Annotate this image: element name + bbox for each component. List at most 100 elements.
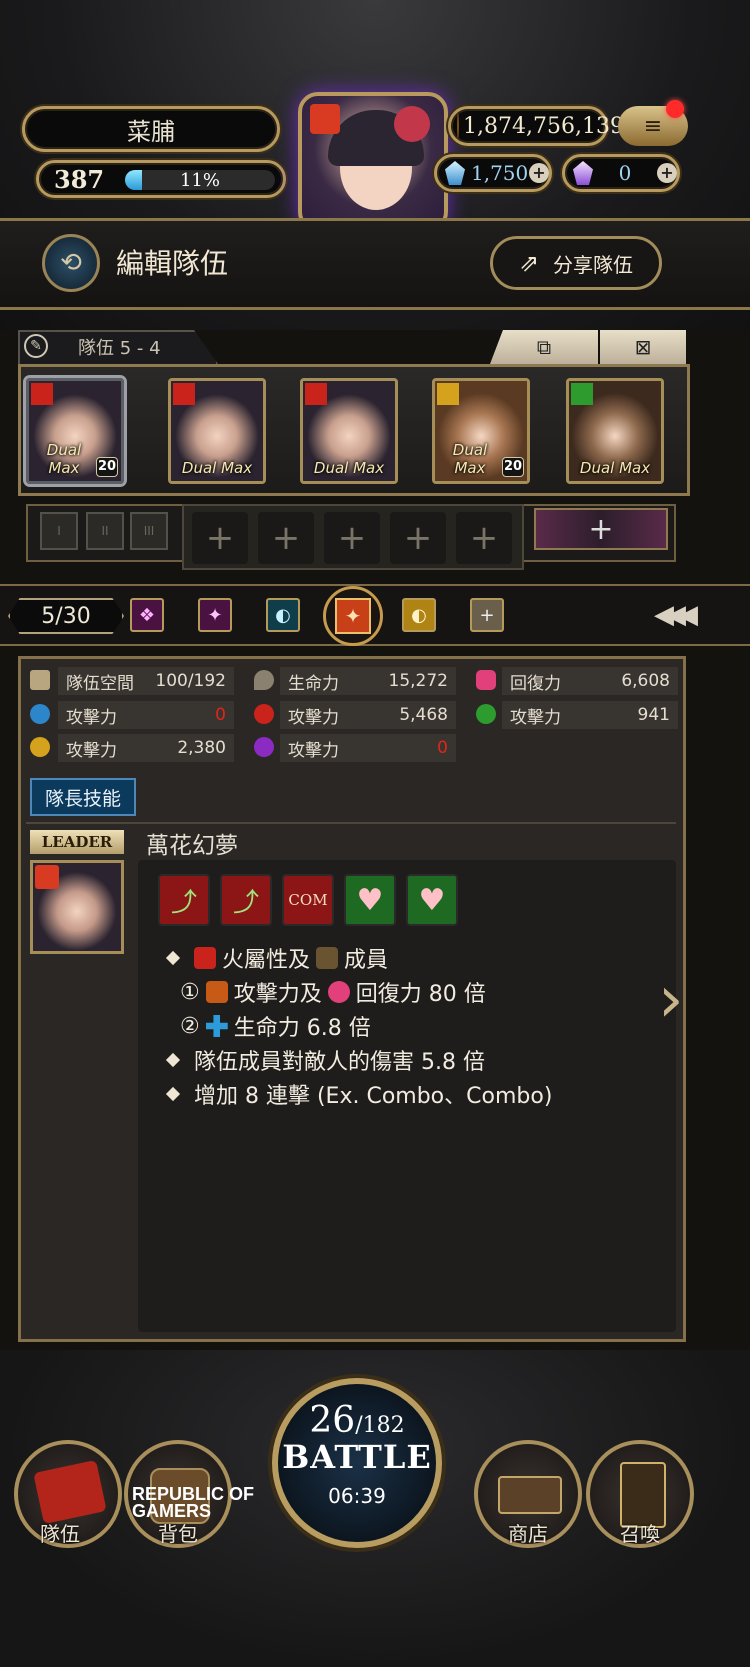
dark-attribute-icon	[254, 737, 274, 757]
clear-icon: ⊠	[634, 335, 652, 359]
heal-label: 回復力	[510, 673, 561, 694]
diamond-counter[interactable]: 1,750 +	[434, 154, 552, 192]
add-crystal-icon[interactable]: +	[657, 163, 677, 183]
hp-stat: 生命力 15,272	[280, 667, 456, 695]
notification-dot	[666, 100, 684, 118]
fire-attribute-icon	[194, 947, 216, 969]
empty-slot[interactable]: +	[456, 512, 512, 564]
bullet-icon	[165, 1052, 181, 1068]
hp-plus-icon	[205, 1015, 228, 1037]
share-team-label: 分享隊伍	[553, 252, 634, 277]
copy-team-button[interactable]: ⧉	[490, 330, 598, 364]
crystal-amount: 0	[618, 161, 632, 185]
fire-attribute-icon	[31, 383, 53, 405]
selected-filter-icon[interactable]: ✦	[323, 586, 383, 646]
combo-icon: COM	[282, 874, 334, 926]
empty-slot[interactable]: +	[390, 512, 446, 564]
team-member-card[interactable]: Dual Max	[566, 378, 664, 484]
skill-line-2: ① 攻擊力及 回復力 80 倍	[180, 976, 486, 1008]
fire-attack-stat: 攻擊力 5,468	[280, 701, 456, 729]
heal-stat: 回復力 6,608	[502, 667, 678, 695]
add-filter-icon[interactable]: +	[470, 598, 504, 632]
wood-attribute-icon	[476, 704, 496, 724]
crystal-counter[interactable]: 0 +	[562, 154, 680, 192]
player-avatar[interactable]	[298, 92, 448, 232]
rename-team-icon[interactable]: ✎	[24, 334, 48, 358]
share-team-button[interactable]: ⇗ 分享隊伍	[490, 236, 662, 290]
diamond-amount: 1,750	[471, 161, 529, 185]
fire-attribute-icon	[310, 104, 340, 134]
collapse-arrows-icon[interactable]: ◀◀◀	[654, 600, 698, 630]
empty-slot[interactable]: +	[258, 512, 314, 564]
heal-value: 6,608	[621, 671, 670, 691]
empty-slot[interactable]: +	[324, 512, 380, 564]
fire-attribute-icon	[173, 383, 195, 405]
add-slot-button[interactable]: +	[534, 508, 668, 550]
watermark-line-2: GAMERS	[132, 1501, 212, 1521]
menu-icon: ≡	[643, 113, 663, 139]
copy-icon: ⧉	[536, 335, 552, 359]
nav-shop-label: 商店	[508, 1522, 548, 1546]
skill-line-1-text-b: 成員	[344, 948, 389, 973]
nav-summon-label: 召喚	[620, 1522, 660, 1546]
team-member-card[interactable]: Dual Max 20	[26, 378, 124, 484]
light-attribute-icon	[437, 383, 459, 405]
next-arrow-icon[interactable]: ›	[658, 960, 698, 1040]
wood-attack-stat: 攻擊力 941	[502, 701, 678, 729]
heal-icon	[327, 981, 350, 1003]
clear-team-button[interactable]: ⊠	[600, 330, 686, 364]
attack-icon	[205, 981, 228, 1003]
crystal-icon	[573, 161, 593, 185]
team-member-card[interactable]: Dual Max	[300, 378, 398, 484]
skill-line-3-number: ②	[180, 1013, 200, 1039]
fire-attribute-icon	[305, 383, 327, 405]
skill-line-3-text: 生命力 6.8 倍	[233, 1016, 371, 1041]
stamina-counter: 26/182	[272, 1400, 442, 1441]
back-icon: ⟲	[60, 248, 82, 278]
leader-skill-tab[interactable]: 隊長技能	[30, 778, 136, 816]
member-label: Dual Max	[313, 459, 385, 477]
mini-slot[interactable]: III	[130, 512, 168, 550]
skill-line-2-text-b: 回復力 80 倍	[355, 982, 486, 1007]
player-name[interactable]: 菜脯	[22, 106, 280, 152]
light-attack-value: 2,380	[177, 738, 226, 758]
add-diamond-icon[interactable]: +	[529, 163, 549, 183]
skill-line-4: 隊伍成員對敵人的傷害 5.8 倍	[165, 1044, 485, 1076]
mini-slot[interactable]: II	[86, 512, 124, 550]
water-attack-stat: 攻擊力 0	[58, 701, 234, 729]
dark-attack-label: 攻擊力	[288, 740, 339, 761]
stamina-current: 26	[309, 1400, 356, 1441]
team-space-label: 隊伍空間	[66, 673, 134, 694]
skill-line-4-text: 隊伍成員對敵人的傷害 5.8 倍	[194, 1050, 485, 1075]
empty-slot[interactable]: +	[192, 512, 248, 564]
light-attack-label: 攻擊力	[66, 740, 117, 761]
fire-attribute-icon	[35, 865, 59, 889]
member-level-badge: 20	[96, 457, 118, 477]
skill-line-2-number: ①	[180, 979, 200, 1005]
leader-portrait[interactable]	[30, 860, 124, 954]
beast-filter-icon[interactable]: ❖	[130, 598, 164, 632]
skill-line-1: 火屬性及 成員	[165, 942, 389, 974]
light-filter-icon[interactable]: ◐	[402, 598, 436, 632]
page-title: 編輯隊伍	[116, 247, 229, 280]
fire-attack-label: 攻擊力	[288, 707, 339, 728]
fire-attack-value: 5,468	[399, 705, 448, 725]
diamond-icon	[445, 161, 465, 185]
team-member-card[interactable]: Dual Max	[168, 378, 266, 484]
coin-counter: 1,874,756,139	[448, 106, 624, 146]
battle-timer: 06:39	[328, 1484, 386, 1508]
team-member-card[interactable]: Dual Max 20	[432, 378, 530, 484]
dark-attack-value: 0	[437, 738, 448, 758]
butterfly-filter-icon[interactable]: ✦	[198, 598, 232, 632]
back-button[interactable]: ⟲	[42, 234, 100, 292]
hp-value: 15,272	[388, 671, 448, 691]
hp-icon	[254, 670, 274, 690]
water-filter-icon[interactable]: ◐	[266, 598, 300, 632]
attack-up-icon-2: ⤴	[220, 874, 272, 926]
fire-attribute-icon	[254, 704, 274, 724]
mini-slot[interactable]: I	[40, 512, 78, 550]
attack-up-icon: ⤴	[158, 874, 210, 926]
member-label: Dual Max	[181, 459, 253, 477]
shop-sign-icon	[498, 1476, 562, 1514]
share-icon: ⇗	[518, 249, 540, 277]
